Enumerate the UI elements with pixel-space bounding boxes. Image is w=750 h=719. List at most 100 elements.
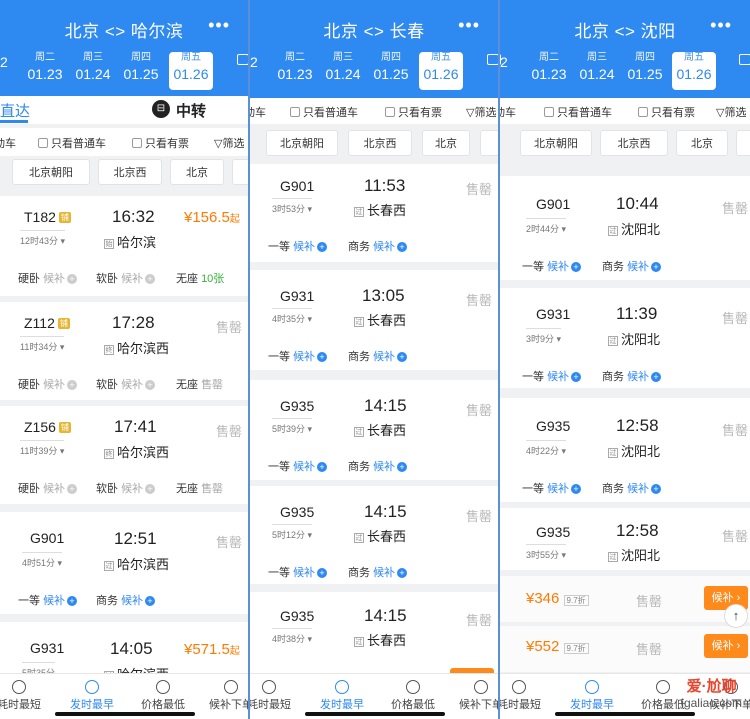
date-tab-selected[interactable]: 周五 01.26 bbox=[169, 52, 213, 90]
station-chip[interactable]: 北京西 bbox=[98, 159, 162, 185]
mode-direct[interactable]: 直达 bbox=[0, 100, 30, 121]
more-icon[interactable]: ••• bbox=[710, 16, 732, 34]
station-type-icon: 过 bbox=[608, 448, 618, 458]
station-chip[interactable]: 北京西 bbox=[600, 130, 668, 156]
filter-button[interactable]: ▽筛选 bbox=[466, 104, 496, 120]
sort-duration[interactable]: 耗时最短 bbox=[500, 680, 554, 712]
more-icon[interactable]: ••• bbox=[208, 16, 230, 34]
sort-price[interactable]: 价格最低 bbox=[128, 680, 198, 712]
checkbox[interactable] bbox=[385, 107, 395, 117]
arrival-time: 14:15 bbox=[364, 502, 407, 521]
sort-duration[interactable]: 耗时最短 bbox=[250, 680, 304, 712]
station-chip[interactable] bbox=[736, 130, 750, 156]
date-tab[interactable]: 周三 01.24 bbox=[321, 52, 365, 90]
filter-has-ticket[interactable]: 只看有票 bbox=[638, 104, 695, 120]
arrival-time: 12:58 bbox=[616, 416, 659, 435]
station-chip[interactable]: 北京朝阳 bbox=[520, 130, 592, 156]
train-card[interactable]: G901 4时51分 ▾ 12:51 过哈尔滨西 售罄 一等 候补 + 商务 候补… bbox=[0, 512, 248, 614]
date-tab[interactable]: 周四 01.25 bbox=[369, 52, 413, 90]
date-tab[interactable]: 22 bbox=[0, 52, 22, 90]
seat-info: 无座 售罄 bbox=[176, 483, 224, 495]
fare-price: ¥346 9.7折 bbox=[526, 590, 589, 607]
sort-earliest[interactable]: 发时最早 bbox=[557, 680, 627, 712]
filter-normal-only[interactable]: 只看普通车 bbox=[38, 135, 106, 151]
checkbox[interactable] bbox=[638, 107, 648, 117]
sort-price[interactable]: 价格最低 bbox=[378, 680, 448, 712]
more-icon[interactable]: ••• bbox=[458, 16, 480, 34]
train-number: Z112 铺 bbox=[24, 315, 70, 331]
station-chip[interactable]: 北京 bbox=[422, 130, 470, 156]
train-card[interactable]: G935 3时55分 ▾ 12:58 过沈阳北 售罄 bbox=[500, 508, 750, 570]
date-tab[interactable]: 周三 01.24 bbox=[71, 52, 115, 90]
station-type-icon: 过 bbox=[608, 552, 618, 562]
sort-earliest[interactable]: 发时最早 bbox=[57, 680, 127, 712]
discount-badge: 9.7折 bbox=[563, 595, 589, 606]
filter-emu[interactable]: 动车 bbox=[0, 135, 16, 151]
station-type-icon: 过 bbox=[354, 533, 364, 543]
checkbox[interactable] bbox=[544, 107, 554, 117]
station-chip[interactable]: 北京 bbox=[676, 130, 728, 156]
scroll-top-icon[interactable]: ↑ bbox=[724, 604, 748, 628]
train-card[interactable]: G931 4时35分 ▾ 13:05 过长春西 售罄 一等 候补 + 商务 候补 + bbox=[250, 270, 498, 370]
arrival-time: 14:05 bbox=[110, 639, 153, 658]
train-card[interactable]: G931 3时9分 ▾ 11:39 过沈阳北 售罄 一等 候补 + 商务 候补 + bbox=[500, 288, 750, 388]
train-card[interactable]: G935 4时38分 ▾ 14:15 过长春西 售罄 bbox=[250, 592, 498, 682]
filter-emu[interactable]: 动车 bbox=[250, 104, 266, 120]
seat-info: 软卧 候补 + bbox=[96, 376, 156, 392]
sort-duration[interactable]: 耗时最短 bbox=[0, 680, 54, 712]
seat-info: 商务 候补 + bbox=[602, 480, 662, 496]
home-indicator bbox=[305, 712, 445, 716]
station-chip[interactable]: 北京 bbox=[170, 159, 224, 185]
date-tab-selected[interactable]: 周五 01.26 bbox=[419, 52, 463, 90]
filter-normal-only[interactable]: 只看普通车 bbox=[290, 104, 358, 120]
fare-row[interactable]: ¥346 9.7折 售罄 候补 › bbox=[500, 576, 750, 622]
sold-out: 售罄 bbox=[636, 594, 663, 609]
waitlist-button[interactable]: 候补 › bbox=[704, 634, 748, 658]
station-chip[interactable]: 北京西 bbox=[348, 130, 412, 156]
train-card[interactable]: G901 2时44分 ▾ 10:44 过沈阳北 售罄 一等 候补 + 商务 候补 + bbox=[500, 176, 750, 280]
filter-emu[interactable]: 动车 bbox=[500, 104, 516, 120]
date-tab-selected[interactable]: 周五 01.26 bbox=[672, 52, 716, 90]
station-chip[interactable] bbox=[232, 159, 248, 185]
calendar-icon[interactable] bbox=[234, 54, 248, 88]
filter-has-ticket[interactable]: 只看有票 bbox=[385, 104, 442, 120]
train-card[interactable]: G935 5时12分 ▾ 14:15 过长春西 售罄 一等 候补 + 商务 候补 + bbox=[250, 486, 498, 584]
train-card[interactable]: G935 4时22分 ▾ 12:58 过沈阳北 售罄 一等 候补 + 商务 候补 + bbox=[500, 398, 750, 502]
mode-transfer[interactable]: 中转 bbox=[176, 100, 206, 121]
checkbox[interactable] bbox=[132, 138, 142, 148]
fare-row[interactable]: ¥552 9.7折 售罄 候补 › bbox=[500, 626, 750, 672]
sold-out: 售罄 bbox=[722, 311, 749, 326]
sort-earliest[interactable]: 发时最早 bbox=[307, 680, 377, 712]
station-chip[interactable]: 北京朝阳 bbox=[12, 159, 90, 185]
date-tab[interactable]: 周四 01.25 bbox=[623, 52, 667, 90]
train-card[interactable]: Z156 铺 11时39分 ▾ 17:41 终哈尔滨西 售罄 硬卧 候补 + 软卧 … bbox=[0, 406, 248, 504]
date-tab[interactable]: 周二 01.23 bbox=[527, 52, 571, 90]
filter-button[interactable]: ▽筛选 bbox=[214, 135, 244, 151]
date-tab[interactable]: 22 bbox=[250, 52, 272, 90]
calendar-icon[interactable] bbox=[736, 54, 750, 88]
checkbox[interactable] bbox=[290, 107, 300, 117]
calendar-icon[interactable] bbox=[484, 54, 498, 88]
checkbox[interactable] bbox=[38, 138, 48, 148]
waitlist-order[interactable]: 候补下单 bbox=[196, 680, 248, 712]
station-chip[interactable]: 北京朝阳 bbox=[266, 130, 338, 156]
train-card[interactable]: Z112 铺 11时34分 ▾ 17:28 终哈尔滨西 售罄 硬卧 候补 + 软卧 … bbox=[0, 302, 248, 400]
filter-button[interactable]: ▽筛选 bbox=[716, 104, 746, 120]
train-card[interactable]: G935 5时39分 ▾ 14:15 过长春西 售罄 一等 候补 + 商务 候补 + bbox=[250, 380, 498, 480]
station-chip[interactable] bbox=[480, 130, 498, 156]
arrival-station: 过长春西 bbox=[354, 529, 407, 544]
clock-icon bbox=[335, 680, 349, 694]
seat-info: 硬卧 候补 + bbox=[18, 270, 78, 286]
arrival-station: 终哈尔滨西 bbox=[104, 445, 170, 460]
train-card[interactable]: G901 3时53分 ▾ 11:53 过长春西 售罄 一等 候补 + 商务 候补 + bbox=[250, 164, 498, 262]
train-card[interactable]: T182 铺 12时43分 ▾ 16:32 始哈尔滨 ¥156.5起 硬卧 候补 +… bbox=[0, 196, 248, 296]
waitlist-order[interactable]: 候补下单 bbox=[446, 680, 498, 712]
filter-has-ticket[interactable]: 只看有票 bbox=[132, 135, 189, 151]
date-tab[interactable]: 周四 01.25 bbox=[119, 52, 163, 90]
date-tab[interactable]: 周三 01.24 bbox=[575, 52, 619, 90]
date-tab[interactable]: 周二 01.23 bbox=[273, 52, 317, 90]
date-tab[interactable]: 周二 01.23 bbox=[23, 52, 67, 90]
sold-out: 售罄 bbox=[466, 293, 493, 308]
date-tab[interactable]: 22 bbox=[500, 52, 522, 90]
filter-normal-only[interactable]: 只看普通车 bbox=[544, 104, 612, 120]
